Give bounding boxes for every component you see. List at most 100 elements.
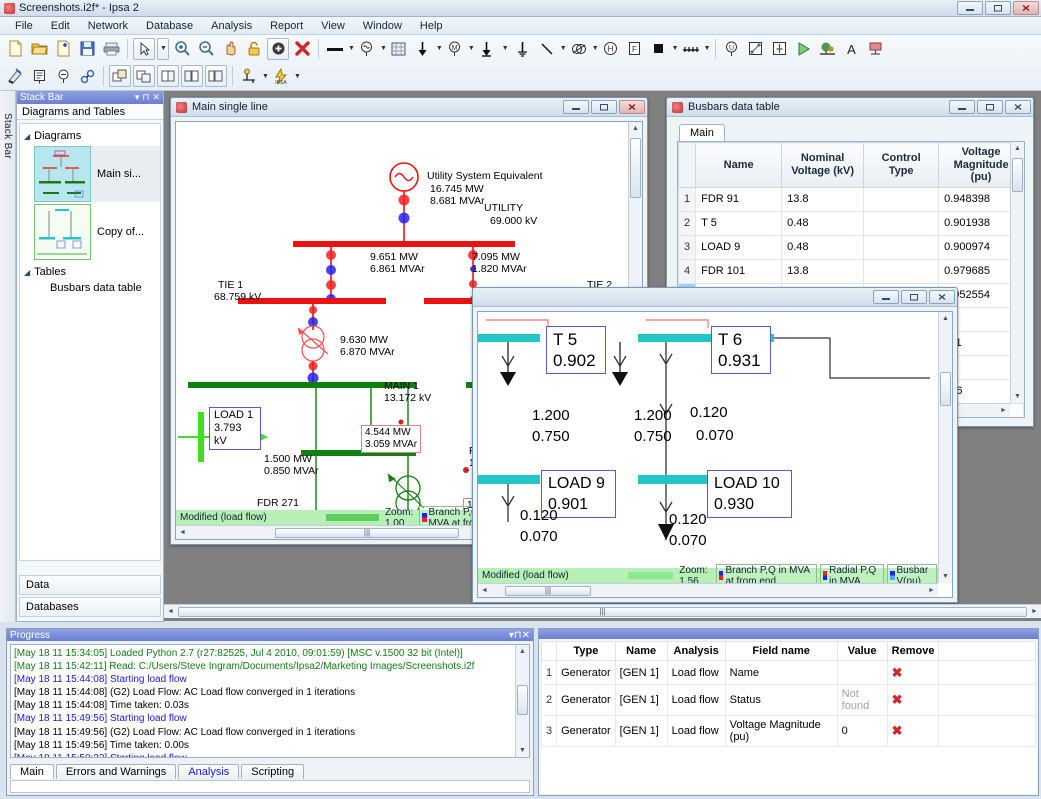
expand-triangle-icon[interactable]: ◢ xyxy=(24,132,30,141)
select-arrow-icon[interactable] xyxy=(133,37,155,60)
column-header-value[interactable]: Value xyxy=(836,641,888,661)
branch-group[interactable]: ▼ xyxy=(535,38,567,60)
tab-errors-and-warnings[interactable]: Errors and Warnings xyxy=(55,764,177,779)
diagram-item-main[interactable]: Main si... xyxy=(34,146,160,202)
pan-hand-icon[interactable] xyxy=(219,38,241,60)
scroll-right-icon[interactable]: ► xyxy=(1028,605,1041,618)
menu-file[interactable]: File xyxy=(6,18,42,34)
load-arrow-group[interactable]: ▼ xyxy=(411,38,443,60)
pin-icon[interactable]: ⊓ xyxy=(514,630,522,641)
harmonic-icon[interactable]: H xyxy=(600,38,622,60)
workspace-horizontal-scrollbar[interactable]: ◄ ||| ► xyxy=(164,604,1041,618)
table-row[interactable]: 1 Generator [GEN 1] Load flow Name ✖ xyxy=(541,660,1036,685)
cell-field-name[interactable]: Voltage Magnitude (pu) xyxy=(724,715,838,747)
load-dropdown-icon[interactable]: ▼ xyxy=(436,45,443,52)
row-index[interactable]: 4 xyxy=(678,258,697,284)
lock-icon[interactable] xyxy=(243,38,265,60)
scroll-thumb[interactable] xyxy=(517,685,528,715)
minimize-button[interactable] xyxy=(949,100,975,114)
shunt-icon[interactable] xyxy=(769,38,791,60)
scroll-up-icon[interactable]: ▲ xyxy=(939,312,952,325)
text-tool-icon[interactable]: A xyxy=(841,38,863,60)
new-document-icon[interactable] xyxy=(52,38,74,60)
cell-field-name[interactable]: Name xyxy=(724,660,838,685)
scroll-thumb[interactable] xyxy=(630,138,641,198)
network-icon[interactable] xyxy=(745,38,767,60)
cell-name[interactable]: LOAD 9 xyxy=(695,234,783,260)
scroll-thumb[interactable] xyxy=(940,372,951,406)
cell-name[interactable]: [GEN 1] xyxy=(614,715,668,747)
cell-value[interactable]: Not found xyxy=(836,684,888,716)
motor-icon[interactable]: M xyxy=(444,38,466,60)
ipsa-script-group[interactable]: IPSA ▼ xyxy=(269,65,301,87)
copy-vertical-scrollbar[interactable]: ▲ ▼ xyxy=(938,312,952,583)
line-dropdown-icon[interactable]: ▼ xyxy=(348,45,355,52)
table-vertical-scrollbar[interactable]: ▲ ▼ xyxy=(1010,142,1024,403)
scroll-up-icon[interactable]: ▲ xyxy=(516,645,529,658)
column-header-control-type[interactable]: Control Type xyxy=(863,142,940,188)
node-label-box[interactable]: T 5 0.902 xyxy=(546,326,606,374)
busbars-window-controls[interactable] xyxy=(949,100,1031,114)
scroll-left-icon[interactable]: ◄ xyxy=(478,584,491,597)
cell-name[interactable]: FDR 91 xyxy=(695,186,783,212)
close-icon[interactable]: ✕ xyxy=(522,630,530,641)
maximize-button[interactable] xyxy=(985,1,1011,15)
zoom-out-icon[interactable] xyxy=(195,38,217,60)
clear-results-icon[interactable] xyxy=(4,65,26,87)
column-header-name[interactable]: Name xyxy=(695,142,783,188)
open-folder-icon[interactable] xyxy=(28,38,50,60)
copy-diagram-window[interactable]: T 5 0.902 T 6 0.931 LOAD 9 0.901 LOAD 10… xyxy=(472,287,958,603)
menu-edit[interactable]: Edit xyxy=(42,18,79,34)
column-header-analysis[interactable]: Analysis xyxy=(666,641,726,661)
new-file-icon[interactable] xyxy=(4,38,26,60)
table-row[interactable]: 1 FDR 91 13.8 0.948398 xyxy=(678,186,1024,212)
tab-main[interactable]: Main xyxy=(679,124,725,141)
column-header-name[interactable]: Name xyxy=(614,641,668,661)
remove-button[interactable]: ✖ xyxy=(886,684,940,716)
remove-icon[interactable]: ✖ xyxy=(892,723,903,738)
cell-type[interactable]: Generator xyxy=(556,684,616,716)
equipment-icon[interactable] xyxy=(865,38,887,60)
tab-scripting[interactable]: Scripting xyxy=(241,764,305,779)
column-header-field-name[interactable]: Field name xyxy=(724,641,838,661)
comment-icon[interactable] xyxy=(52,65,74,87)
cell-name[interactable]: [GEN 1] xyxy=(614,684,668,716)
report-icon[interactable] xyxy=(28,65,50,87)
earthing-dropdown-icon[interactable]: ▼ xyxy=(262,73,269,80)
transformer-dropdown-icon[interactable]: ▼ xyxy=(592,45,599,52)
row-index[interactable]: 3 xyxy=(678,234,697,260)
close-button[interactable] xyxy=(1005,100,1031,114)
table-row[interactable]: 2 Generator [GEN 1] Load flow Status Not… xyxy=(541,684,1036,716)
cell-control-type[interactable] xyxy=(863,186,940,212)
cell-name[interactable]: FDR 101 xyxy=(695,258,783,284)
line-tool-group[interactable]: ▼ xyxy=(323,38,355,60)
cell-analysis[interactable]: Load flow xyxy=(666,660,726,685)
tab-main[interactable]: Main xyxy=(10,764,54,779)
scroll-thumb[interactable]: ||| xyxy=(178,606,1027,617)
save-icon[interactable] xyxy=(76,38,98,60)
transformer-group[interactable]: ▼ xyxy=(567,38,599,60)
scroll-thumb[interactable]: ||| xyxy=(505,585,591,596)
link-icon[interactable] xyxy=(76,65,98,87)
diagram-item-copy[interactable]: Copy of... xyxy=(34,204,160,260)
scroll-up-icon[interactable]: ▲ xyxy=(1011,142,1024,155)
menu-analysis[interactable]: Analysis xyxy=(202,18,261,34)
minimize-button[interactable] xyxy=(957,1,983,15)
busbars-window-title-bar[interactable]: Busbars data table xyxy=(667,98,1033,117)
scroll-down-icon[interactable]: ▼ xyxy=(939,570,952,583)
analysis-grid[interactable]: Type Name Analysis Field name Value Remo… xyxy=(541,641,1036,793)
load-label-box[interactable]: LOAD 1 3.793 kV xyxy=(209,407,261,450)
scroll-right-icon[interactable]: ► xyxy=(997,404,1010,417)
copy-window-title-bar[interactable] xyxy=(473,288,957,307)
ground-icon[interactable] xyxy=(476,38,498,60)
table-row[interactable]: 3 Generator [GEN 1] Load flow Voltage Ma… xyxy=(541,715,1036,747)
table-row[interactable]: 3 LOAD 9 0.48 0.900974 xyxy=(678,234,1024,260)
scroll-down-icon[interactable]: ▼ xyxy=(1011,390,1024,403)
stack-bar-vertical-tab[interactable]: Stack Bar xyxy=(0,91,16,622)
cell-name[interactable]: [GEN 1] xyxy=(614,660,668,685)
cell-control-type[interactable] xyxy=(863,210,940,236)
progress-tab-strip[interactable]: Main Errors and Warnings Analysis Script… xyxy=(10,763,306,779)
column-header-nominal-voltage[interactable]: Nominal Voltage (kV) xyxy=(781,142,865,188)
diagram-tree[interactable]: ◢ Diagrams Main si... Copy of... ◢ Table… xyxy=(19,123,161,561)
group5-icon[interactable] xyxy=(205,65,227,87)
